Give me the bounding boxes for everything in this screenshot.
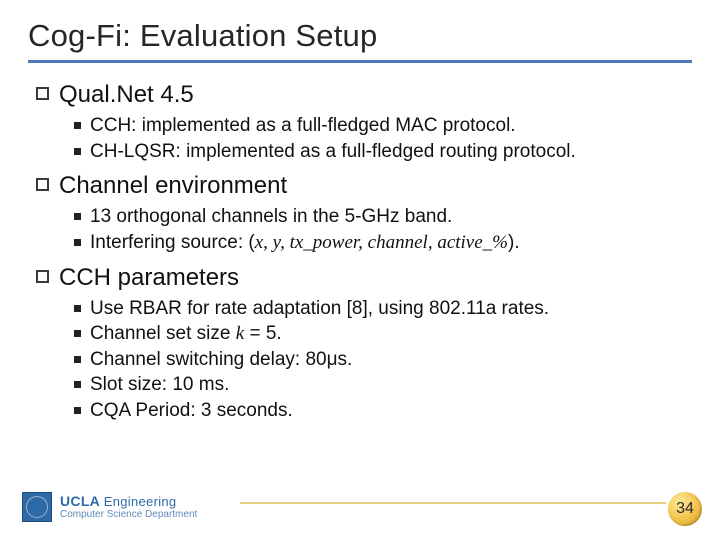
list-item-text: CQA Period: 3 seconds. [90,398,293,424]
footer: UCLA Engineering Computer Science Depart… [0,484,720,530]
item-prefix: Channel switching delay: 80 [90,349,327,370]
footer-org-top: UCLA [60,493,100,509]
footer-org-suffix: Engineering [104,494,177,509]
list-item: Slot size: 10 ms. [74,372,692,398]
item-prefix: Channel set size [90,323,236,344]
section-cch-params: CCH parameters Use RBAR for rate adaptat… [28,264,692,424]
item-prefix: Interfering source: ( [90,232,255,253]
section-title: CCH parameters [59,264,239,292]
list-item-text: CH-LQSR: implemented as a full-fledged r… [90,139,576,165]
square-bullet-icon [74,407,81,414]
slide-title: Cog-Fi: Evaluation Setup [28,18,692,63]
section-title: Channel environment [59,172,287,200]
list-item: CH-LQSR: implemented as a full-fledged r… [74,139,692,165]
subitem-list: 13 orthogonal channels in the 5-GHz band… [74,204,692,255]
square-bullet-icon [74,356,81,363]
slide: Cog-Fi: Evaluation Setup Qual.Net 4.5 CC… [0,0,720,540]
list-item: CCH: implemented as a full-fledged MAC p… [74,113,692,139]
seal-icon [22,492,52,522]
list-item-text: CCH: implemented as a full-fledged MAC p… [90,113,516,139]
footer-divider [240,502,666,504]
list-item-text: Slot size: 10 ms. [90,372,229,398]
square-bullet-icon [74,213,81,220]
footer-org-bottom: Computer Science Department [60,510,197,520]
list-item-text: Use RBAR for rate adaptation [8], using … [90,296,549,322]
item-suffix: = 5. [244,323,282,344]
item-italic: k [236,323,244,344]
list-item: CQA Period: 3 seconds. [74,398,692,424]
section-title: Qual.Net 4.5 [59,81,194,109]
item-italic: x, y, tx_power, channel, active_% [255,232,508,253]
square-bullet-icon [74,330,81,337]
square-bullet-icon [74,381,81,388]
square-bullet-icon [74,305,81,312]
list-item: Interfering source: (x, y, tx_power, cha… [74,230,692,256]
list-item-text: Channel set size k = 5. [90,321,282,347]
list-item-text: 13 orthogonal channels in the 5-GHz band… [90,204,452,230]
subitem-list: CCH: implemented as a full-fledged MAC p… [74,113,692,164]
list-item: Channel set size k = 5. [74,321,692,347]
list-item: Use RBAR for rate adaptation [8], using … [74,296,692,322]
item-suffix: μs. [327,349,353,370]
hollow-square-icon [36,87,49,100]
section-header: CCH parameters [36,264,692,292]
list-item-text: Channel switching delay: 80μs. [90,347,352,373]
footer-dept: UCLA Engineering Computer Science Depart… [60,494,197,520]
section-channel-env: Channel environment 13 orthogonal channe… [28,172,692,255]
section-header: Channel environment [36,172,692,200]
page-number: 34 [676,500,694,518]
subitem-list: Use RBAR for rate adaptation [8], using … [74,296,692,424]
square-bullet-icon [74,239,81,246]
list-item: 13 orthogonal channels in the 5-GHz band… [74,204,692,230]
footer-logo-block: UCLA Engineering Computer Science Depart… [22,492,197,522]
section-qualnet: Qual.Net 4.5 CCH: implemented as a full-… [28,81,692,164]
square-bullet-icon [74,122,81,129]
list-item: Channel switching delay: 80μs. [74,347,692,373]
hollow-square-icon [36,270,49,283]
page-number-badge: 34 [668,492,702,526]
item-suffix: ). [508,232,520,253]
section-header: Qual.Net 4.5 [36,81,692,109]
list-item-text: Interfering source: (x, y, tx_power, cha… [90,230,520,256]
footer-org-line1: UCLA Engineering [60,494,197,508]
square-bullet-icon [74,148,81,155]
hollow-square-icon [36,178,49,191]
